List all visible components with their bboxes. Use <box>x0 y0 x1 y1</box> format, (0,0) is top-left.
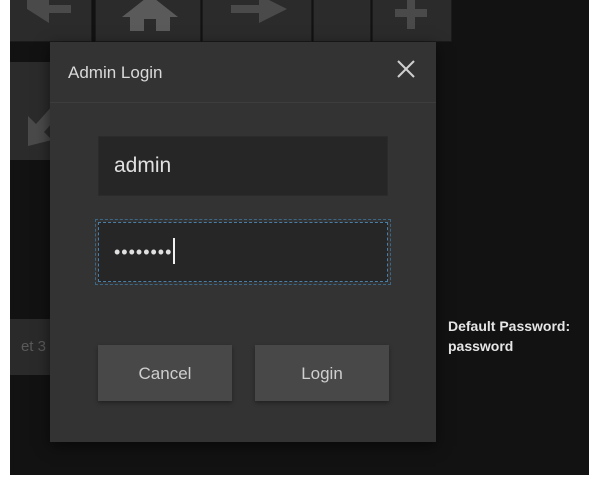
left-arrow-icon <box>27 0 71 23</box>
bg-left-button <box>10 0 92 42</box>
close-icon <box>397 60 415 78</box>
home-icon <box>122 0 178 31</box>
bg-blank-button <box>313 0 371 42</box>
username-input[interactable]: admin <box>98 136 388 196</box>
text-caret <box>173 238 176 265</box>
preset-button: et 3 <box>10 319 50 375</box>
password-input[interactable]: •••••••• <box>95 219 391 285</box>
bg-right-button <box>202 0 312 42</box>
camera-control-screen: et 3 Default Password: password Admin Lo… <box>10 0 589 475</box>
admin-login-dialog: Admin Login admin •••••••• Cancel Login <box>50 42 436 442</box>
hint-line-2: password <box>448 338 514 354</box>
bg-home-button <box>95 0 201 42</box>
close-button[interactable] <box>394 57 418 81</box>
hint-line-1: Default Password: <box>448 318 571 334</box>
dialog-header: Admin Login <box>50 42 436 103</box>
login-button[interactable]: Login <box>255 345 389 401</box>
right-arrow-icon <box>231 0 287 23</box>
plus-icon <box>395 0 427 29</box>
password-value: •••••••• <box>114 242 173 262</box>
cancel-button[interactable]: Cancel <box>98 345 232 401</box>
username-value: admin <box>114 154 172 177</box>
bg-plus-button <box>372 0 452 42</box>
default-password-hint: Default Password: password <box>448 316 570 356</box>
dialog-title: Admin Login <box>68 63 163 82</box>
